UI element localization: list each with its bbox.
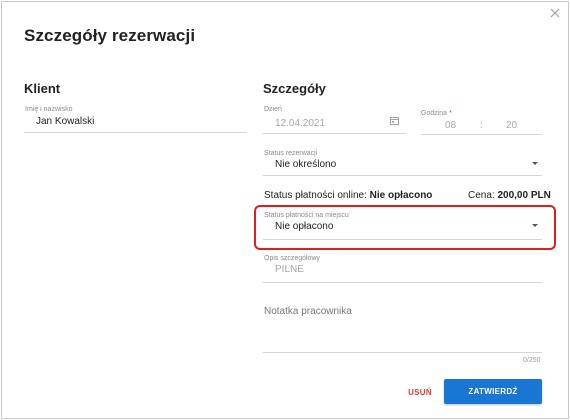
time-underline	[421, 134, 542, 135]
time-label-text: Godzina	[421, 110, 448, 117]
client-name-underline	[24, 132, 247, 133]
employee-note-counter: 0/250	[523, 357, 541, 364]
employee-note-underline	[263, 352, 542, 353]
reservation-details-dialog: Szczegóły rezerwacji Klient Imię i nazwi…	[1, 1, 569, 419]
time-label: Godzina *	[421, 110, 452, 117]
date-label: Dzień	[264, 106, 282, 113]
price-value: 200,00 PLN	[497, 190, 551, 201]
dialog-title: Szczegóły rezerwacji	[24, 26, 196, 45]
date-field[interactable]: 12.04.2021	[275, 118, 325, 129]
price-label: Cena:	[468, 190, 495, 201]
client-name-field[interactable]: Jan Kowalski	[36, 116, 94, 127]
online-payment-label: Status płatności online:	[264, 190, 367, 201]
price: Cena: 200,00 PLN	[468, 190, 551, 201]
close-icon[interactable]	[549, 7, 561, 19]
time-minute-field[interactable]: 20	[506, 120, 517, 131]
reservation-status-label: Status rezerwacji	[264, 150, 318, 157]
client-name-label: Imię i nazwisko	[25, 106, 73, 113]
employee-note-textarea[interactable]: Notatka pracownika	[264, 306, 352, 317]
description-underline	[263, 282, 542, 283]
calendar-icon[interactable]	[390, 116, 399, 125]
description-label: Opis szczegółowy	[264, 255, 321, 262]
date-underline	[263, 133, 406, 134]
chevron-down-icon[interactable]	[532, 224, 538, 227]
client-heading: Klient	[24, 81, 61, 96]
time-hour-field[interactable]: 08	[445, 120, 456, 131]
time-separator: :	[480, 120, 483, 131]
chevron-down-icon[interactable]	[532, 162, 538, 165]
details-heading: Szczegóły	[263, 81, 326, 96]
reservation-status-underline	[263, 175, 542, 176]
delete-button[interactable]: USUŃ	[400, 380, 440, 404]
online-payment-value: Nie opłacono	[369, 190, 433, 201]
confirm-button[interactable]: ZATWIERDŹ	[444, 379, 542, 404]
reservation-status-select[interactable]: Nie określono	[275, 159, 336, 170]
onsite-payment-select[interactable]: Nie opłacono	[275, 221, 333, 232]
description-field[interactable]: PILNE	[275, 264, 304, 275]
onsite-payment-underline	[263, 239, 542, 240]
online-payment-status: Status płatności online: Nie opłacono	[264, 190, 432, 201]
required-mark: *	[449, 110, 452, 117]
onsite-payment-label: Status płatności na miejscu	[264, 212, 349, 219]
